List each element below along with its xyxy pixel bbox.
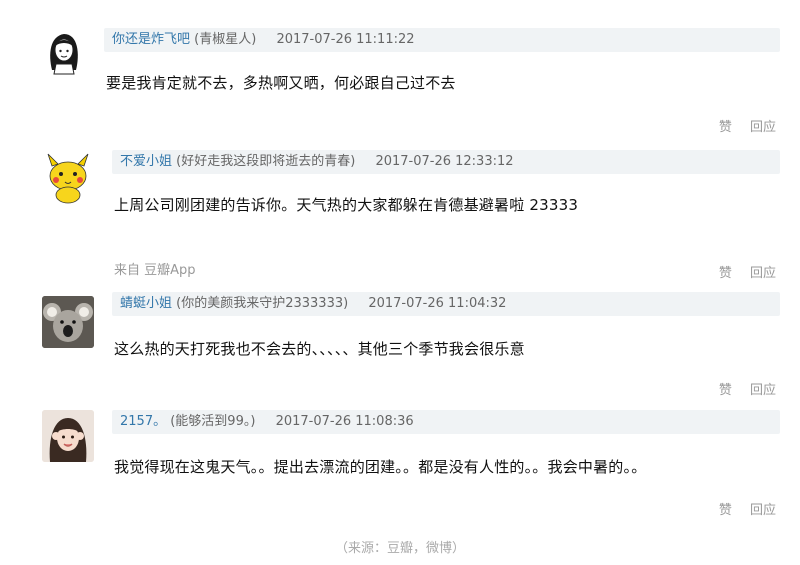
girl-cartoon-avatar-icon xyxy=(50,34,78,75)
comment-source: 来自 豆瓣App xyxy=(114,263,196,278)
comment-signature: (好好走我这段即将逝去的青春) xyxy=(176,154,356,169)
comment-actions: 赞 回应 xyxy=(705,262,776,281)
comment-author-link[interactable]: 2157。 xyxy=(120,414,166,429)
reply-button[interactable]: 回应 xyxy=(750,383,776,398)
like-button[interactable]: 赞 xyxy=(719,266,732,281)
like-button[interactable]: 赞 xyxy=(719,120,732,135)
comment-text: 这么热的天打死我也不会去的、、、、、其他三个季节我会很乐意 xyxy=(114,340,525,358)
comment-header: 不爱小姐 (好好走我这段即将逝去的青春) 2017-07-26 12:33:12 xyxy=(112,150,780,174)
comment-actions: 赞 回应 xyxy=(705,116,776,135)
comment-signature: (你的美颜我来守护2333333) xyxy=(176,296,349,311)
comment-author-link[interactable]: 不爱小姐 xyxy=(120,154,172,169)
avatar[interactable] xyxy=(42,296,94,348)
comment-time: 2017-07-26 11:11:22 xyxy=(276,32,415,47)
like-button[interactable]: 赞 xyxy=(719,383,732,398)
avatar[interactable] xyxy=(38,24,90,76)
comment-time: 2017-07-26 12:33:12 xyxy=(375,154,514,169)
comment-text: 上周公司刚团建的告诉你。天气热的大家都躲在肯德基避暑啦 23333 xyxy=(114,196,579,214)
comment-time: 2017-07-26 11:04:32 xyxy=(368,296,507,311)
comment-actions: 赞 回应 xyxy=(705,379,776,398)
comment-text: 我觉得现在这鬼天气。。提出去漂流的团建。。都是没有人性的。。我会中暑的。。 xyxy=(114,458,647,476)
comment-actions: 赞 回应 xyxy=(705,499,776,518)
comment-text: 要是我肯定就不去，多热啊又晒，何必跟自己过不去 xyxy=(106,74,456,92)
comment-author-link[interactable]: 蜻蜓小姐 xyxy=(120,296,172,311)
comment-header: 蜻蜓小姐 (你的美颜我来守护2333333) 2017-07-26 11:04:… xyxy=(112,292,780,316)
comment-header: 你还是炸飞吧 (青椒星人) 2017-07-26 11:11:22 xyxy=(104,28,780,52)
avatar[interactable] xyxy=(42,410,94,462)
pikachu-avatar-icon xyxy=(47,153,89,204)
reply-button[interactable]: 回应 xyxy=(750,120,776,135)
comment-signature: (能够活到99。) xyxy=(170,414,256,429)
image-caption: （来源：豆瓣，微博） xyxy=(334,541,465,556)
girl-photo-avatar-icon xyxy=(42,410,94,462)
reply-button[interactable]: 回应 xyxy=(750,266,776,281)
comment-signature: (青椒星人) xyxy=(194,32,257,47)
comment-time: 2017-07-26 11:08:36 xyxy=(275,414,414,429)
reply-button[interactable]: 回应 xyxy=(750,503,776,518)
koala-avatar-icon xyxy=(42,296,94,348)
comment-author-link[interactable]: 你还是炸飞吧 xyxy=(112,32,190,47)
comment-header: 2157。 (能够活到99。) 2017-07-26 11:08:36 xyxy=(112,410,780,434)
like-button[interactable]: 赞 xyxy=(719,503,732,518)
avatar[interactable] xyxy=(42,152,94,204)
